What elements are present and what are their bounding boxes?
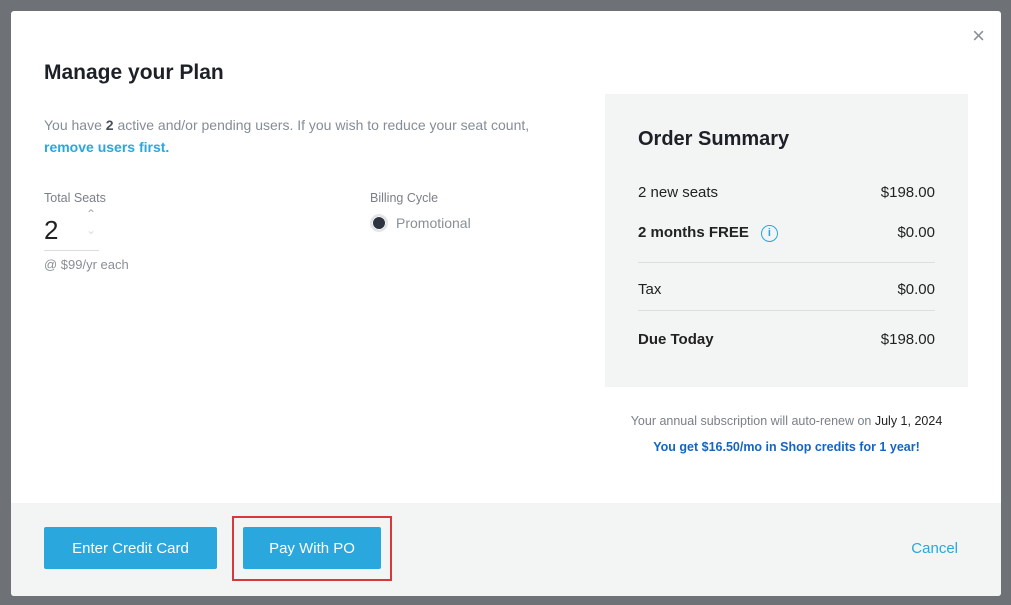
remove-users-link[interactable]: remove users first. (44, 139, 169, 155)
info-icon[interactable]: i (760, 224, 778, 242)
chevron-down-icon[interactable]: ⌄ (86, 223, 96, 237)
modal-footer: Enter Credit Card Pay With PO Cancel (11, 503, 1001, 596)
modal-title: Manage your Plan (44, 61, 224, 84)
total-seats-label: Total Seats (44, 191, 106, 205)
renew-text: Your annual subscription will auto-renew… (605, 414, 968, 428)
renew-prefix: Your annual subscription will auto-renew… (630, 414, 875, 428)
seat-count[interactable]: 2 (44, 215, 58, 246)
summary-row-free: 2 months FREE i $0.00 (638, 224, 935, 242)
row-value: $0.00 (897, 224, 935, 242)
intro-text: You have 2 active and/or pending users. … (44, 114, 574, 158)
billing-cycle: Billing Cycle Promotional (370, 191, 471, 232)
shop-credit-text: You get $16.50/mo in Shop credits for 1 … (653, 440, 920, 454)
row-label: 2 new seats (638, 184, 719, 201)
row-value: $198.00 (880, 184, 935, 201)
total-seats: Total Seats 2 ⌃ ⌄ @ $99/yr each (44, 191, 129, 272)
user-count: 2 (105, 117, 114, 133)
row-value: $198.00 (880, 330, 935, 348)
row-value: $0.00 (897, 280, 935, 298)
pay-with-po-button[interactable]: Pay With PO (243, 527, 381, 569)
order-summary: Order Summary 2 new seats $198.00 2 month… (605, 94, 968, 387)
renew-date: July 1, 2024 (874, 414, 943, 428)
summary-row-due: Due Today $198.00 (638, 331, 935, 348)
manage-plan-modal: × Manage your Plan You have 2 active and… (11, 11, 1001, 596)
radio-promotional[interactable]: Promotional (370, 214, 471, 232)
radio-selected-icon[interactable] (370, 214, 388, 232)
seat-stepper[interactable]: 2 ⌃ ⌄ (44, 207, 99, 251)
summary-row-tax: Tax $0.00 (638, 281, 935, 298)
row-label: Due Today (638, 330, 714, 348)
billing-cycle-label: Billing Cycle (370, 191, 439, 205)
intro-suffix: active and/or pending users. If you wish… (113, 117, 530, 133)
order-summary-title: Order Summary (638, 128, 790, 150)
chevron-up-icon[interactable]: ⌃ (86, 207, 96, 221)
enter-credit-card-button[interactable]: Enter Credit Card (44, 527, 217, 569)
intro-prefix: You have (44, 117, 106, 133)
row-label: 2 months FREE (638, 224, 749, 241)
close-icon[interactable]: × (972, 25, 985, 47)
summary-row-seats: 2 new seats $198.00 (638, 184, 935, 201)
radio-label: Promotional (396, 215, 471, 231)
seat-price: @ $99/yr each (44, 257, 129, 272)
row-label: Tax (638, 280, 662, 298)
cancel-link[interactable]: Cancel (911, 540, 958, 557)
